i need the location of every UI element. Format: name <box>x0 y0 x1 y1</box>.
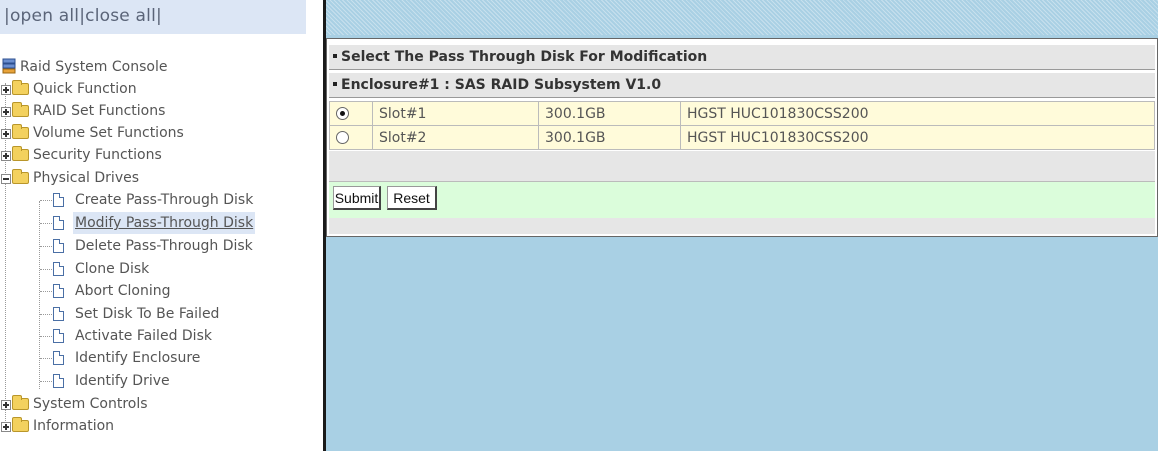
tree-item-label: Identify Drive <box>75 373 170 389</box>
tree-folder-label: System Controls <box>33 396 148 412</box>
drive-radio-selected[interactable] <box>336 107 349 120</box>
tree-connector <box>40 200 52 201</box>
select-cell[interactable] <box>329 101 373 126</box>
table-row[interactable]: Slot#1 300.1GB HGST HUC101830CSS200 <box>329 101 1155 126</box>
tree-item-label: Identify Enclosure <box>75 350 201 366</box>
folder-icon <box>12 417 29 432</box>
expand-icon[interactable] <box>1 129 11 139</box>
page-icon <box>53 374 64 388</box>
open-all-link[interactable]: open all <box>10 6 79 26</box>
drive-table: Slot#1 300.1GB HGST HUC101830CSS200 Slot… <box>329 101 1155 150</box>
tree-item-label: Create Pass-Through Disk <box>75 192 254 208</box>
expand-icon[interactable] <box>1 400 11 410</box>
bullet-icon <box>333 82 337 86</box>
tree-item-label: Clone Disk <box>75 261 150 277</box>
spacer-band <box>329 151 1155 181</box>
page-icon <box>53 262 64 276</box>
tree-connector <box>40 223 52 224</box>
close-all-link[interactable]: close all <box>85 6 156 26</box>
expand-icon[interactable] <box>1 107 11 117</box>
tree-connector <box>39 201 40 389</box>
expand-icon[interactable] <box>1 85 11 95</box>
tree-connector <box>40 291 52 292</box>
tree-item-label: Set Disk To Be Failed <box>75 306 220 322</box>
tree-connector <box>40 314 52 315</box>
section-header: Select The Pass Through Disk For Modific… <box>329 45 1155 70</box>
open-close-bar: |open all|close all| <box>0 0 306 34</box>
page-icon <box>53 284 64 298</box>
folder-icon <box>12 80 29 95</box>
tree-connector <box>40 336 52 337</box>
open-close-text: |open all|close all| <box>4 6 162 26</box>
folder-icon <box>12 395 29 410</box>
section-title: Select The Pass Through Disk For Modific… <box>341 49 708 65</box>
enclosure-header: Enclosure#1 : SAS RAID Subsystem V1.0 <box>329 73 1155 98</box>
panel-footer <box>329 218 1155 234</box>
tree-connector <box>40 381 52 382</box>
console-icon <box>2 58 16 74</box>
page-icon <box>53 239 64 253</box>
tree-connector <box>40 358 52 359</box>
tree-connector <box>40 246 52 247</box>
tree-folder-label: Security Functions <box>33 147 162 163</box>
reset-button[interactable]: Reset <box>387 186 437 210</box>
tree-root-label: Raid System Console <box>20 59 168 75</box>
page-icon <box>53 351 64 365</box>
navigation-frame: |open all|close all| Raid System Console… <box>0 0 323 451</box>
content-frame: Select The Pass Through Disk For Modific… <box>326 0 1158 451</box>
tree-connector <box>40 269 52 270</box>
top-banner <box>326 0 1158 35</box>
page-icon <box>53 193 64 207</box>
page-icon <box>53 307 64 321</box>
tree-item-label: Delete Pass-Through Disk <box>75 238 253 254</box>
tree-folder-label: Physical Drives <box>33 170 140 186</box>
page-icon <box>53 216 64 230</box>
bullet-icon <box>333 54 337 58</box>
slot-cell: Slot#2 <box>372 125 539 150</box>
expand-icon[interactable] <box>1 422 11 432</box>
table-row[interactable]: Slot#2 300.1GB HGST HUC101830CSS200 <box>329 125 1155 150</box>
drive-radio[interactable] <box>336 131 349 144</box>
folder-icon <box>12 146 29 161</box>
folder-icon <box>12 124 29 139</box>
tree-folder-label: RAID Set Functions <box>33 103 166 119</box>
collapse-icon[interactable] <box>1 174 11 184</box>
page-icon <box>53 329 64 343</box>
model-cell: HGST HUC101830CSS200 <box>680 125 1155 150</box>
model-cell: HGST HUC101830CSS200 <box>680 101 1155 126</box>
folder-open-icon <box>12 169 29 184</box>
pass-through-panel: Select The Pass Through Disk For Modific… <box>326 38 1158 237</box>
capacity-cell: 300.1GB <box>538 101 681 126</box>
capacity-cell: 300.1GB <box>538 125 681 150</box>
folder-icon <box>12 102 29 117</box>
tree-folder-label: Information <box>33 418 115 434</box>
button-row: Submit Reset <box>329 181 1155 219</box>
select-cell[interactable] <box>329 125 373 150</box>
tree-folder-label: Volume Set Functions <box>33 125 184 141</box>
slot-cell: Slot#1 <box>372 101 539 126</box>
submit-button[interactable]: Submit <box>333 186 381 210</box>
tree-item-label-selected: Modify Pass-Through Disk <box>73 212 256 234</box>
enclosure-title: Enclosure#1 : SAS RAID Subsystem V1.0 <box>341 77 662 93</box>
tree-item-label: Activate Failed Disk <box>75 328 212 344</box>
expand-icon[interactable] <box>1 151 11 161</box>
tree-folder-label: Quick Function <box>33 81 137 97</box>
tree-item-label: Abort Cloning <box>75 283 171 299</box>
